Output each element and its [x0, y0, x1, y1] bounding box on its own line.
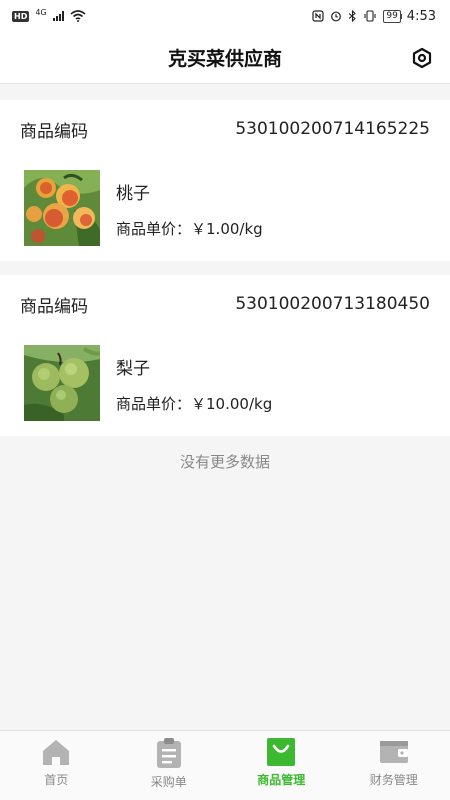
- no-more-data-text: 没有更多数据: [179, 453, 270, 471]
- network-type: 4G: [35, 7, 47, 17]
- product-body: 桃子 商品单价：￥1.00/kg: [24, 170, 430, 246]
- price-row: 商品单价：￥10.00/kg: [116, 393, 272, 414]
- wallet-icon: [379, 741, 408, 763]
- product-body: 梨子 商品单价：￥10.00/kg: [24, 345, 430, 421]
- tab-purchase-orders[interactable]: 采购单: [113, 731, 226, 800]
- status-time: 4:53: [406, 8, 436, 24]
- product-code-label: 商品编码: [20, 296, 88, 317]
- product-info: 梨子 商品单价：￥10.00/kg: [116, 345, 272, 421]
- product-name: 梨子: [116, 359, 150, 379]
- price-label: 商品单价：: [116, 220, 192, 238]
- product-price: ￥1.00/kg: [191, 220, 263, 238]
- app-bar: 克买菜供应商: [0, 32, 450, 84]
- status-left: HD 4G: [12, 7, 86, 22]
- signal-icon: [52, 11, 64, 21]
- product-card[interactable]: 商品编码 530100200713180450 梨子 商品单价：￥10.00/k…: [0, 275, 450, 436]
- tab-label: 首页: [44, 773, 69, 787]
- product-code-row: 商品编码 530100200713180450: [20, 289, 430, 319]
- vibrate-icon: [364, 10, 376, 22]
- settings-button[interactable]: [410, 46, 434, 70]
- tab-home[interactable]: 首页: [0, 731, 113, 800]
- tab-finance-management[interactable]: 财务管理: [338, 731, 450, 800]
- bluetooth-icon: [348, 10, 357, 22]
- tab-label: 财务管理: [369, 773, 418, 787]
- hexagon-settings-icon: [412, 47, 432, 69]
- product-info: 桃子 商品单价：￥1.00/kg: [116, 170, 263, 246]
- shopping-bag-icon: [267, 738, 296, 766]
- status-right: 99 4:53: [312, 9, 436, 24]
- home-icon: [43, 740, 70, 765]
- nfc-icon: [312, 10, 324, 22]
- tab-product-management[interactable]: 商品管理: [225, 731, 338, 800]
- product-code: 530100200713180450: [235, 294, 430, 314]
- peach-photo[interactable]: [24, 170, 100, 246]
- product-name: 桃子: [116, 184, 150, 204]
- bottom-tab-bar: 首页 采购单 商品管理 财务管理: [0, 730, 450, 800]
- clipboard-icon: [156, 738, 181, 768]
- product-code: 530100200714165225: [235, 119, 430, 139]
- status-bar: HD 4G 99 4:53: [0, 0, 450, 32]
- price-row: 商品单价：￥1.00/kg: [116, 218, 263, 239]
- product-list: 商品编码 530100200714165225 桃子 商品单价：￥1.00/kg…: [0, 100, 450, 480]
- product-card[interactable]: 商品编码 530100200714165225 桃子 商品单价：￥1.00/kg: [0, 100, 450, 261]
- tab-label: 商品管理: [257, 773, 306, 787]
- product-price: ￥10.00/kg: [191, 395, 273, 413]
- price-label: 商品单价：: [116, 395, 192, 413]
- wifi-icon: [70, 10, 86, 22]
- tab-label: 采购单: [150, 775, 187, 789]
- battery-icon: 99: [383, 9, 401, 23]
- page-title: 克买菜供应商: [167, 48, 282, 70]
- product-code-label: 商品编码: [20, 121, 88, 142]
- hd-badge: HD: [12, 10, 30, 22]
- product-code-row: 商品编码 530100200714165225: [20, 114, 430, 144]
- pear-photo[interactable]: [24, 345, 100, 421]
- alarm-icon: [331, 11, 342, 22]
